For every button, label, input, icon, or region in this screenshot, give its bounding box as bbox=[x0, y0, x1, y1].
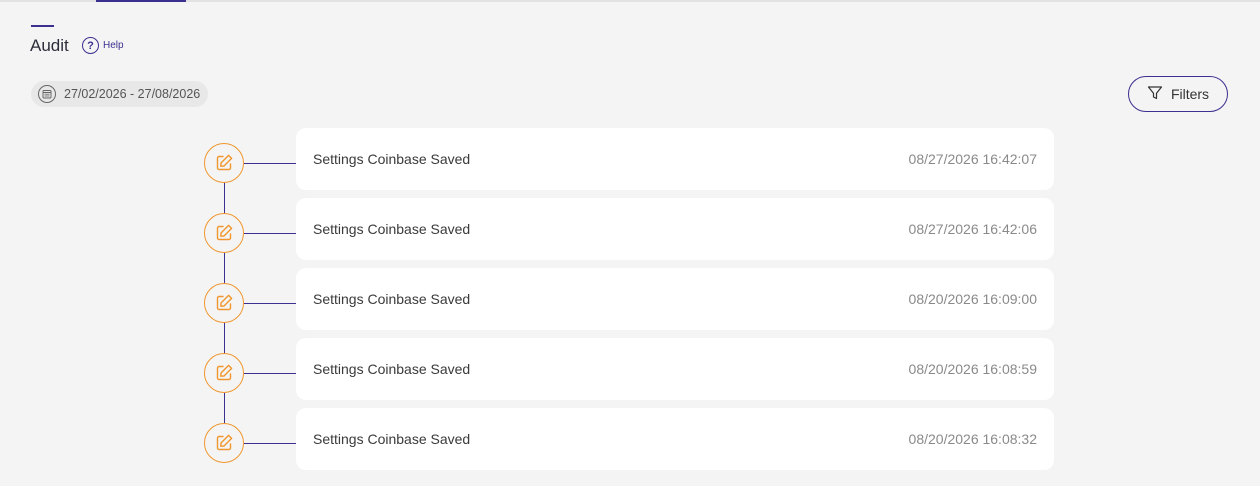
audit-entry-card[interactable]: Settings Coinbase Saved 08/20/2026 16:09… bbox=[296, 268, 1054, 330]
entry-message: Settings Coinbase Saved bbox=[313, 151, 471, 167]
audit-entry-1: Settings Coinbase Saved 08/27/2026 16:42… bbox=[0, 128, 1260, 190]
audit-entry-3: Settings Coinbase Saved 08/20/2026 16:09… bbox=[0, 268, 1260, 330]
entry-message: Settings Coinbase Saved bbox=[313, 361, 471, 377]
help-label: Help bbox=[103, 40, 124, 51]
entry-timestamp: 08/27/2026 16:42:06 bbox=[908, 221, 1037, 237]
active-tab-indicator bbox=[96, 0, 186, 2]
edit-pencil-icon bbox=[204, 143, 244, 183]
edit-pencil-icon bbox=[204, 283, 244, 323]
funnel-icon bbox=[1147, 85, 1163, 104]
entry-message: Settings Coinbase Saved bbox=[313, 221, 471, 237]
title-accent bbox=[31, 25, 54, 27]
date-range-chip[interactable]: 27/02/2026 - 27/08/2026 bbox=[31, 81, 209, 107]
timeline-connector bbox=[244, 162, 296, 164]
page-title: Audit bbox=[30, 36, 69, 55]
audit-entry-card[interactable]: Settings Coinbase Saved 08/27/2026 16:42… bbox=[296, 128, 1054, 190]
entry-message: Settings Coinbase Saved bbox=[313, 291, 471, 307]
filters-button[interactable]: Filters bbox=[1128, 76, 1228, 112]
entry-timestamp: 08/27/2026 16:42:07 bbox=[908, 151, 1037, 167]
audit-entry-card[interactable]: Settings Coinbase Saved 08/20/2026 16:08… bbox=[296, 338, 1054, 400]
edit-pencil-icon bbox=[204, 213, 244, 253]
audit-entry-4: Settings Coinbase Saved 08/20/2026 16:08… bbox=[0, 338, 1260, 400]
entry-timestamp: 08/20/2026 16:08:59 bbox=[908, 361, 1037, 377]
filters-label: Filters bbox=[1170, 86, 1210, 102]
audit-entry-card[interactable]: Settings Coinbase Saved 08/20/2026 16:08… bbox=[296, 408, 1054, 470]
audit-entry-5: Settings Coinbase Saved 08/20/2026 16:08… bbox=[0, 408, 1260, 470]
audit-entry-2: Settings Coinbase Saved 08/27/2026 16:42… bbox=[0, 198, 1260, 260]
question-circle-icon: ? bbox=[82, 37, 99, 54]
edit-pencil-icon bbox=[204, 423, 244, 463]
timeline-connector bbox=[244, 232, 296, 234]
entry-timestamp: 08/20/2026 16:08:32 bbox=[908, 431, 1037, 447]
calendar-icon bbox=[38, 85, 56, 103]
timeline-connector bbox=[244, 372, 296, 374]
date-range-text: 27/02/2026 - 27/08/2026 bbox=[64, 87, 201, 101]
audit-entry-card[interactable]: Settings Coinbase Saved 08/27/2026 16:42… bbox=[296, 198, 1054, 260]
timeline-connector bbox=[244, 302, 296, 304]
edit-pencil-icon bbox=[204, 353, 244, 393]
entry-timestamp: 08/20/2026 16:09:00 bbox=[908, 291, 1037, 307]
top-border bbox=[0, 0, 1260, 2]
timeline-connector bbox=[244, 442, 296, 444]
help-link[interactable]: ? Help bbox=[82, 37, 124, 54]
entry-message: Settings Coinbase Saved bbox=[313, 431, 471, 447]
